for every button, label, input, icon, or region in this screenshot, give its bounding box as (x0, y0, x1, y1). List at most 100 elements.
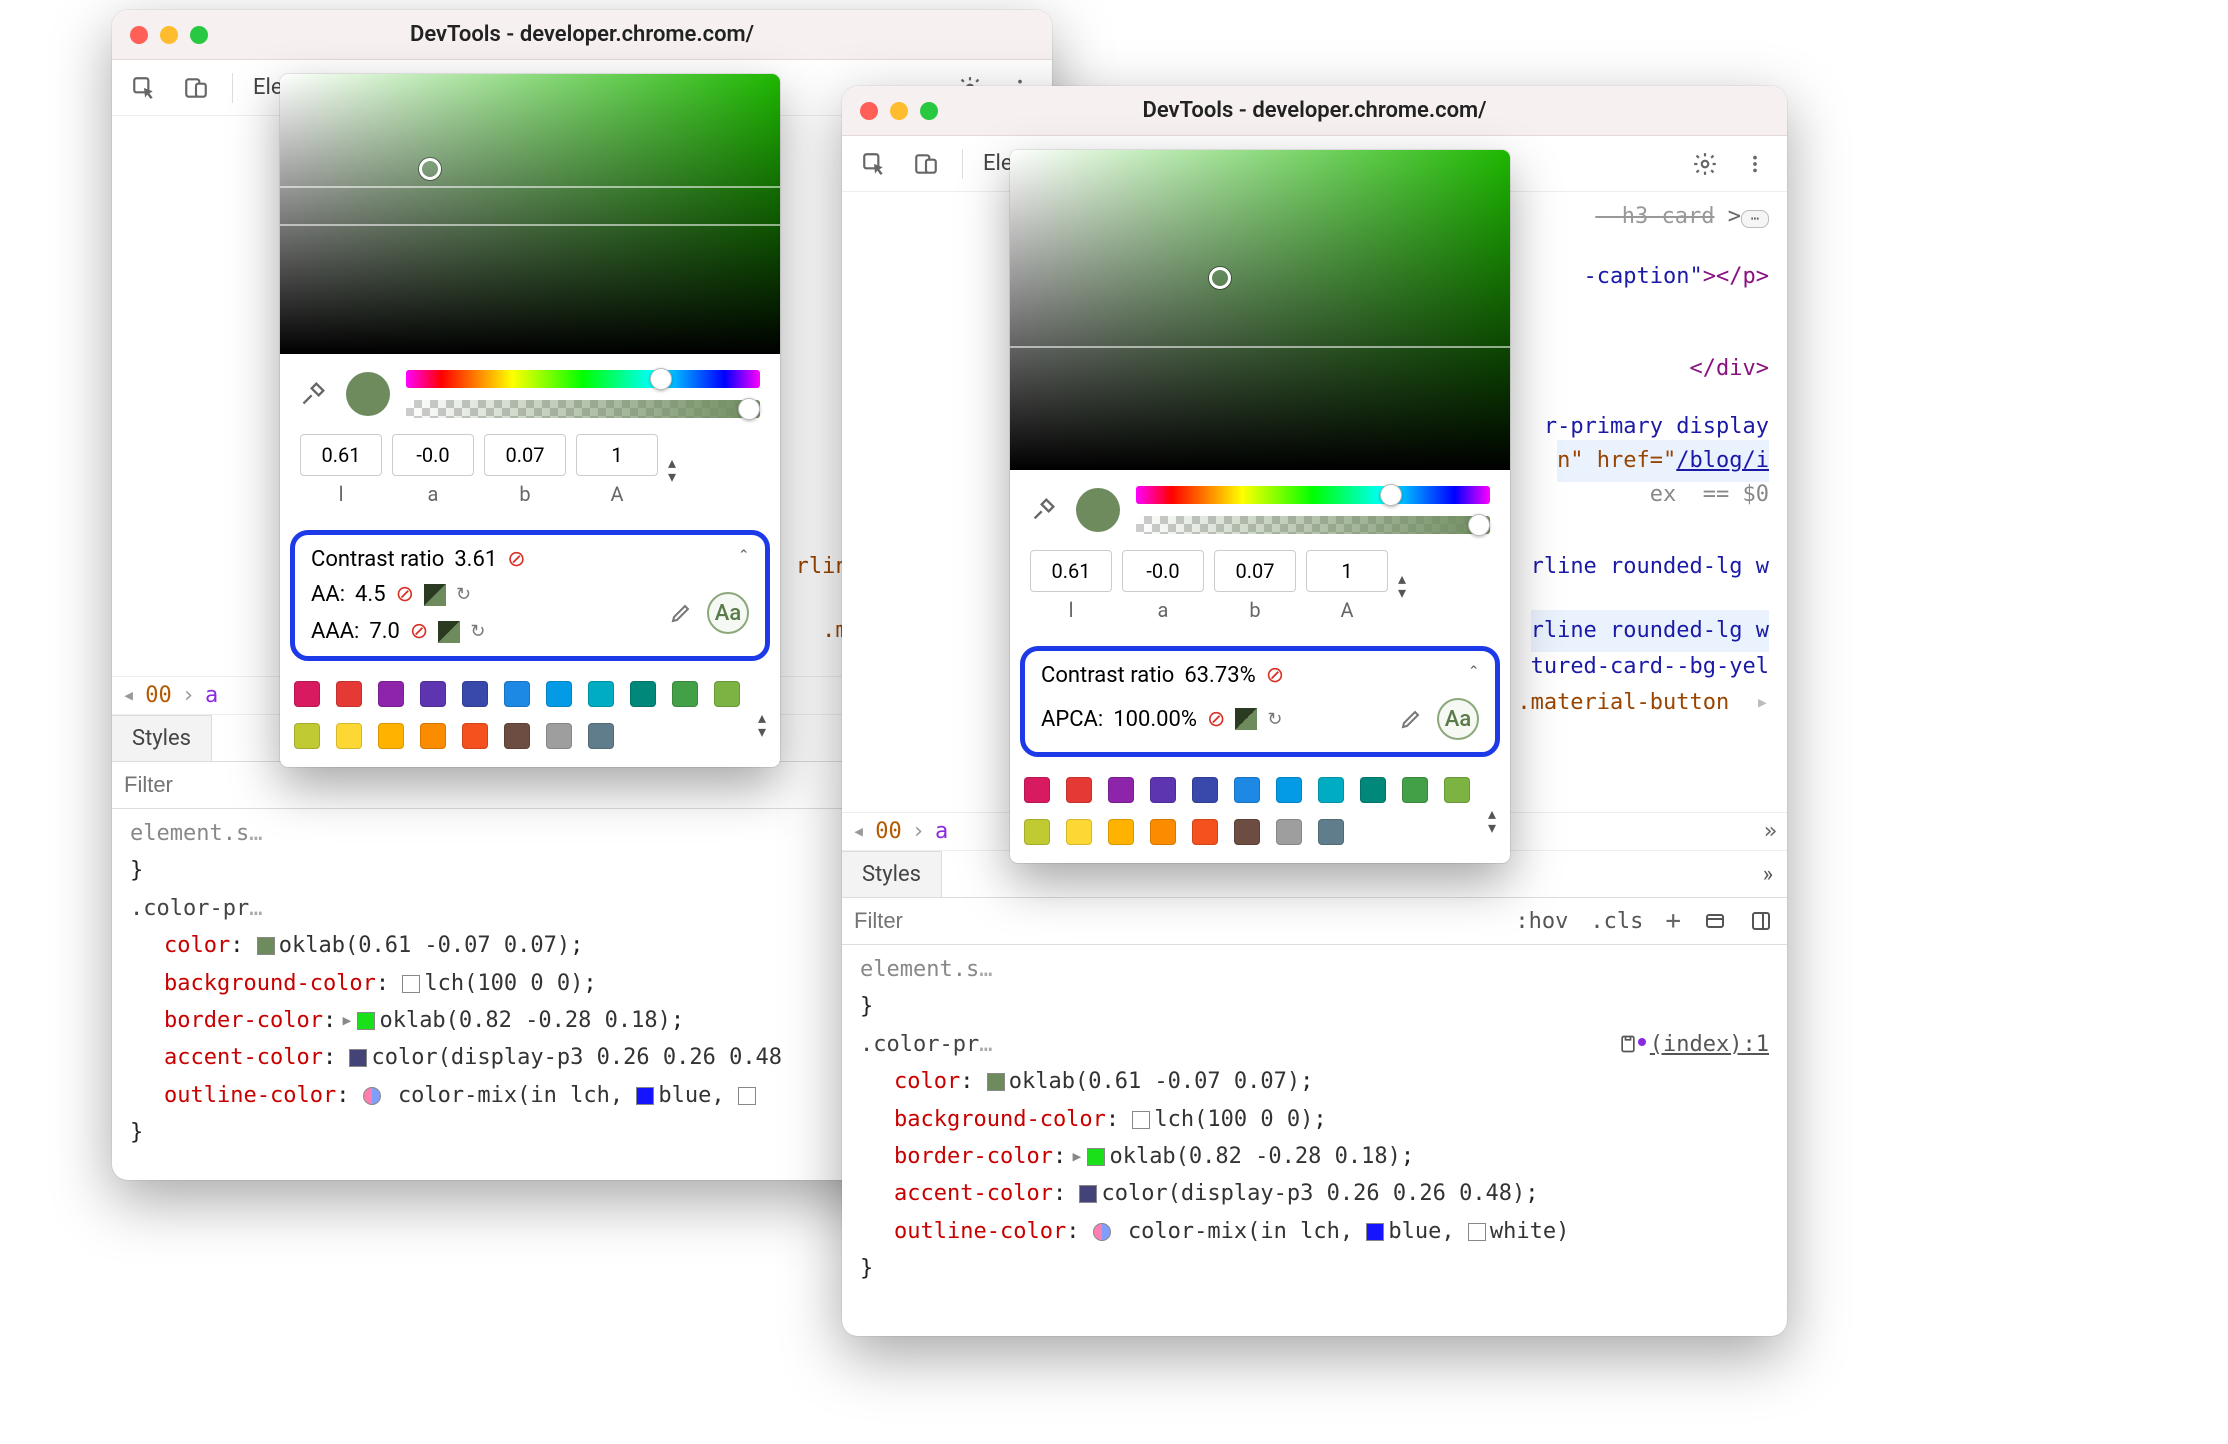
palette-swatch[interactable] (336, 681, 362, 707)
palette-swatch[interactable] (1066, 819, 1092, 845)
device-icon[interactable] (180, 72, 212, 104)
palette-swatch[interactable] (546, 681, 572, 707)
suggested-color-swatch[interactable] (1235, 708, 1257, 730)
format-toggle-icon[interactable]: ▴▾ (668, 456, 676, 485)
styles-filter-input[interactable] (112, 762, 272, 808)
tab-styles[interactable]: Styles (842, 851, 942, 897)
palette-swatch[interactable] (1318, 819, 1344, 845)
value-a-input[interactable] (392, 434, 474, 476)
window-title: DevTools - developer.chrome.com/ (842, 98, 1787, 123)
hov-toggle[interactable]: :hov (1515, 909, 1568, 934)
color-value-inputs: l a b A ▴▾ (300, 434, 760, 506)
titlebar: DevTools - developer.chrome.com/ (842, 86, 1787, 136)
palette-swatch[interactable] (1024, 819, 1050, 845)
palette-switch-icon[interactable]: ▴▾ (758, 701, 780, 740)
fail-icon: ⊘ (507, 547, 525, 572)
saturation-cursor[interactable] (1209, 267, 1231, 289)
saturation-panel[interactable] (280, 74, 780, 354)
eyedropper-icon[interactable] (300, 379, 330, 409)
add-rule-icon[interactable]: + (1665, 906, 1681, 936)
palette-swatch[interactable] (1318, 777, 1344, 803)
palette-swatch[interactable] (1234, 819, 1260, 845)
palette-swatch[interactable] (1108, 777, 1134, 803)
refresh-icon[interactable]: ↻ (1267, 709, 1282, 730)
devtools-window-right: DevTools - developer.chrome.com/ Element… (842, 86, 1787, 1336)
device-icon[interactable] (910, 148, 942, 180)
cls-toggle[interactable]: .cls (1590, 909, 1643, 934)
pencil-icon[interactable] (669, 601, 693, 625)
saturation-cursor[interactable] (419, 158, 441, 180)
eyedropper-icon[interactable] (1030, 495, 1060, 525)
inspect-icon[interactable] (128, 72, 160, 104)
palette-swatch[interactable] (630, 681, 656, 707)
kebab-icon[interactable] (1739, 148, 1771, 180)
value-b-input[interactable] (484, 434, 566, 476)
palette-swatch[interactable] (294, 681, 320, 707)
palette-swatch[interactable] (1066, 777, 1092, 803)
palette-swatch[interactable] (504, 723, 530, 749)
palette-swatch[interactable] (504, 681, 530, 707)
palette-swatch[interactable] (420, 723, 446, 749)
chevron-up-icon[interactable]: ˆ (1469, 663, 1479, 688)
palette-swatch[interactable] (1402, 777, 1428, 803)
source-link[interactable]: (index):1 (1650, 1026, 1769, 1063)
palette-swatch[interactable] (588, 723, 614, 749)
href-link[interactable]: /blog/i (1676, 448, 1769, 473)
contrast-ratio-section: Contrast ratio 63.73% ⊘ ˆ APCA: 100.00% … (1020, 646, 1500, 757)
palette-swatch[interactable] (1024, 777, 1050, 803)
palette-swatch[interactable] (378, 723, 404, 749)
palette (280, 673, 758, 767)
format-toggle-icon[interactable]: ▴▾ (1398, 572, 1406, 601)
hue-slider[interactable] (406, 370, 760, 388)
palette-swatch[interactable] (336, 723, 362, 749)
chevron-up-icon[interactable]: ˆ (739, 547, 749, 572)
value-l-input[interactable] (300, 434, 382, 476)
palette-swatch[interactable] (1276, 777, 1302, 803)
palette (1010, 769, 1488, 863)
tab-styles[interactable]: Styles (112, 715, 212, 761)
value-A-input[interactable] (1306, 550, 1388, 592)
alpha-slider[interactable] (406, 400, 760, 418)
palette-swatch[interactable] (546, 723, 572, 749)
palette-swatch[interactable] (1150, 819, 1176, 845)
suggested-color-swatch[interactable] (438, 621, 460, 643)
saturation-panel[interactable] (1010, 150, 1510, 470)
palette-swatch[interactable] (1444, 777, 1470, 803)
fail-icon: ⊘ (410, 619, 428, 644)
palette-swatch[interactable] (672, 681, 698, 707)
palette-swatch[interactable] (1276, 819, 1302, 845)
palette-swatch[interactable] (588, 681, 614, 707)
pencil-icon[interactable] (1399, 707, 1423, 731)
palette-swatch[interactable] (1360, 777, 1386, 803)
styles-filter-input[interactable] (842, 898, 1002, 944)
alpha-slider[interactable] (1136, 516, 1490, 534)
palette-swatch[interactable] (1150, 777, 1176, 803)
computed-panel-icon[interactable] (1749, 909, 1773, 933)
inspect-icon[interactable] (858, 148, 890, 180)
fail-icon: ⊘ (396, 582, 414, 607)
palette-swatch[interactable] (378, 681, 404, 707)
suggested-color-swatch[interactable] (424, 584, 446, 606)
palette-switch-icon[interactable]: ▴▾ (1488, 797, 1510, 836)
palette-swatch[interactable] (294, 723, 320, 749)
gear-icon[interactable] (1689, 148, 1721, 180)
palette-swatch[interactable] (1192, 819, 1218, 845)
palette-swatch[interactable] (714, 681, 740, 707)
refresh-icon[interactable]: ↻ (456, 584, 471, 605)
value-A-input[interactable] (576, 434, 658, 476)
refresh-icon[interactable]: ↻ (470, 621, 485, 642)
color-picker-popover: l a b A ▴▾ Contrast ratio 3.61 ⊘ ˆ AA: 4… (280, 74, 780, 767)
styles-toolbar-icon[interactable] (1703, 909, 1727, 933)
palette-swatch[interactable] (462, 681, 488, 707)
palette-swatch[interactable] (1108, 819, 1134, 845)
value-b-input[interactable] (1214, 550, 1296, 592)
hue-slider[interactable] (1136, 486, 1490, 504)
palette-swatch[interactable] (1192, 777, 1218, 803)
palette-swatch[interactable] (1234, 777, 1260, 803)
styles-rules[interactable]: element.s… } .color-pr… (index):1 color:… (842, 945, 1787, 1308)
color-picker-popover: l a b A ▴▾ Contrast ratio 63.73% ⊘ ˆ APC… (1010, 150, 1510, 863)
palette-swatch[interactable] (420, 681, 446, 707)
value-a-input[interactable] (1122, 550, 1204, 592)
palette-swatch[interactable] (462, 723, 488, 749)
value-l-input[interactable] (1030, 550, 1112, 592)
